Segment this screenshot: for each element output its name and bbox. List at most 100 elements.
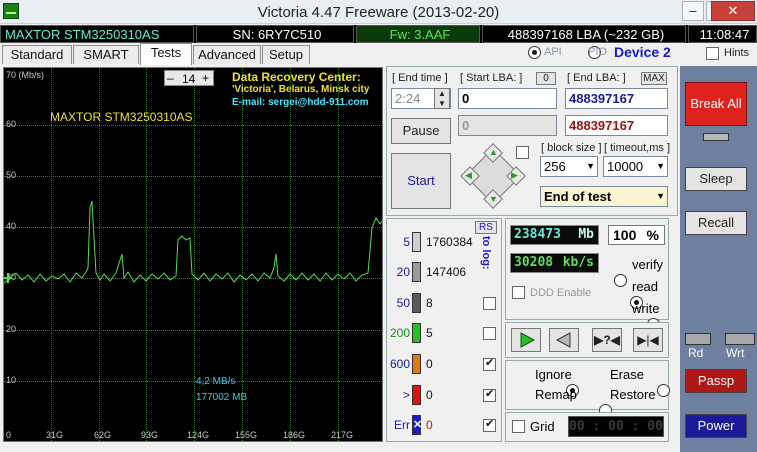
current-end-lba-field: 488397167 — [565, 115, 668, 136]
start-lba-label: [ Start LBA: ] — [460, 72, 523, 84]
play-backward-button[interactable] — [549, 328, 579, 352]
rd-label: Rd — [688, 346, 704, 360]
right-arrow-glyph: ▶ — [511, 170, 518, 180]
device-label: Device 2 — [614, 44, 671, 60]
block-size-label: [ block size ] — [541, 142, 602, 154]
drive-serial: SN: 6RY7C510 — [196, 25, 354, 43]
start-button[interactable]: Start — [391, 153, 451, 209]
end-lba-max-button[interactable]: MAX — [641, 72, 667, 85]
log-checkbox[interactable] — [483, 356, 496, 371]
clock: 11:08:47 — [688, 25, 757, 43]
verify-radio[interactable] — [614, 274, 627, 287]
log-checkbox[interactable] — [483, 387, 496, 402]
api-label: API — [544, 46, 562, 58]
log-checkbox[interactable] — [483, 297, 496, 310]
end-time-spinner[interactable]: ▲ ▼ — [434, 88, 450, 109]
power-button[interactable]: Power — [685, 414, 747, 438]
timeout-label: [ timeout,ms ] — [604, 142, 671, 154]
tab-setup[interactable]: Setup — [262, 45, 310, 64]
minimize-button[interactable]: – — [682, 1, 704, 21]
log-checkbox[interactable] — [483, 327, 496, 340]
speed-unit: kb/s — [562, 255, 594, 270]
timeout-select[interactable]: 10000 ▼ — [603, 156, 668, 177]
restore-label: Restore — [610, 387, 656, 402]
timeout-value: 10000 — [607, 159, 644, 174]
random-jump-icon: ▶?◀ — [594, 333, 620, 347]
stat-threshold-label: 5 — [403, 235, 410, 249]
read-label: read — [632, 279, 659, 294]
end-lba-label: [ End LBA: ] — [567, 72, 626, 84]
stat-color-swatch — [412, 262, 421, 282]
sleep-button[interactable]: Sleep — [685, 167, 747, 191]
chevron-down-icon: ▼ — [656, 161, 665, 171]
skip-ends-icon: ▶|◀ — [637, 333, 659, 347]
recall-button[interactable]: Recall — [685, 211, 747, 235]
rs-button[interactable]: RS — [475, 221, 497, 234]
mb-unit: Mb — [578, 227, 594, 242]
write-label: write — [632, 301, 660, 316]
play-icon — [520, 332, 536, 348]
drive-firmware: Fw: 3.AAF — [356, 25, 480, 43]
stat-count: 8 — [426, 296, 433, 310]
stat-count: 0 — [426, 388, 433, 402]
stat-threshold-label: 20 — [396, 265, 410, 279]
api-radio[interactable] — [528, 46, 541, 59]
stat-count: 147406 — [426, 265, 467, 279]
wrt-label: Wrt — [726, 346, 745, 360]
ddd-enable-label: DDD Enable — [530, 287, 592, 299]
jump-end-button[interactable]: ▶|◀ — [633, 328, 663, 352]
stat-color-swatch — [412, 385, 421, 405]
block-size-value: 256 — [544, 159, 566, 174]
stat-threshold-label: 600 — [389, 357, 410, 371]
tab-standard[interactable]: Standard — [2, 45, 72, 64]
pause-button[interactable]: Pause — [391, 118, 451, 144]
jump-random-button[interactable]: ▶?◀ — [592, 328, 622, 352]
error-color-swatch: ✕ — [412, 415, 422, 435]
wrt-indicator — [725, 333, 755, 345]
window-title: Victoria 4.47 Freeware (2013-02-20) — [257, 4, 500, 21]
stat-count: 1760384 — [426, 235, 473, 249]
passp-button[interactable]: Passp — [685, 369, 747, 393]
stat-threshold-label: 50 — [396, 296, 410, 310]
speed-trace — [4, 200, 382, 284]
left-arrow-glyph: ◀ — [465, 170, 472, 180]
tab-advanced[interactable]: Advanced — [193, 45, 261, 64]
start-lba-zero-button[interactable]: 0 — [536, 72, 556, 85]
end-lba-field[interactable]: 488397167 — [565, 88, 668, 109]
chevron-down-icon: ▼ — [586, 161, 595, 171]
verify-label: verify — [632, 257, 664, 272]
direction-checkbox[interactable] — [516, 146, 529, 159]
end-time-label: [ End time ] — [392, 72, 448, 84]
to-log-label: to log: — [480, 236, 492, 270]
stat-count: 0 — [426, 357, 433, 371]
grid-timer: 00 : 00 : 00 — [568, 416, 664, 437]
read-speed: 30208 kb/s — [510, 253, 599, 273]
speed-graph: 70 (Mb/s) 60 50 40 30 20 10 0 31G 62G 93… — [3, 67, 383, 442]
grid-checkbox[interactable] — [512, 420, 525, 433]
start-lba-field[interactable]: 0 — [458, 88, 557, 109]
stat-threshold-label: > — [402, 388, 410, 402]
drive-model: MAXTOR STM3250310AS — [0, 25, 194, 43]
end-action-select[interactable]: End of test ▼ — [540, 186, 668, 207]
stat-color-swatch — [412, 323, 421, 343]
mb-value: 238473 — [514, 227, 561, 242]
close-button[interactable]: ✕ — [711, 1, 755, 21]
repair-options-panel — [505, 360, 669, 410]
stat-color-swatch — [412, 293, 421, 313]
stat-threshold-label: 200 — [389, 326, 410, 340]
play-backward-icon — [555, 332, 571, 348]
break-all-button[interactable]: Break All — [685, 82, 747, 126]
ddd-enable-checkbox[interactable] — [512, 286, 525, 299]
rd-indicator — [685, 333, 711, 345]
hints-label: Hints — [724, 47, 750, 59]
block-size-select[interactable]: 256 ▼ — [540, 156, 598, 177]
play-forward-button[interactable] — [511, 328, 541, 352]
stat-threshold-label: Err — [394, 418, 410, 432]
log-checkbox[interactable] — [483, 417, 496, 432]
hints-checkbox[interactable] — [706, 47, 719, 60]
mb-processed: 238473 Mb — [510, 225, 599, 245]
tab-smart[interactable]: SMART — [73, 45, 139, 64]
tab-tests[interactable]: Tests — [140, 43, 192, 65]
end-action-value: End of test — [544, 189, 612, 204]
speed-value: 30208 — [514, 255, 554, 270]
